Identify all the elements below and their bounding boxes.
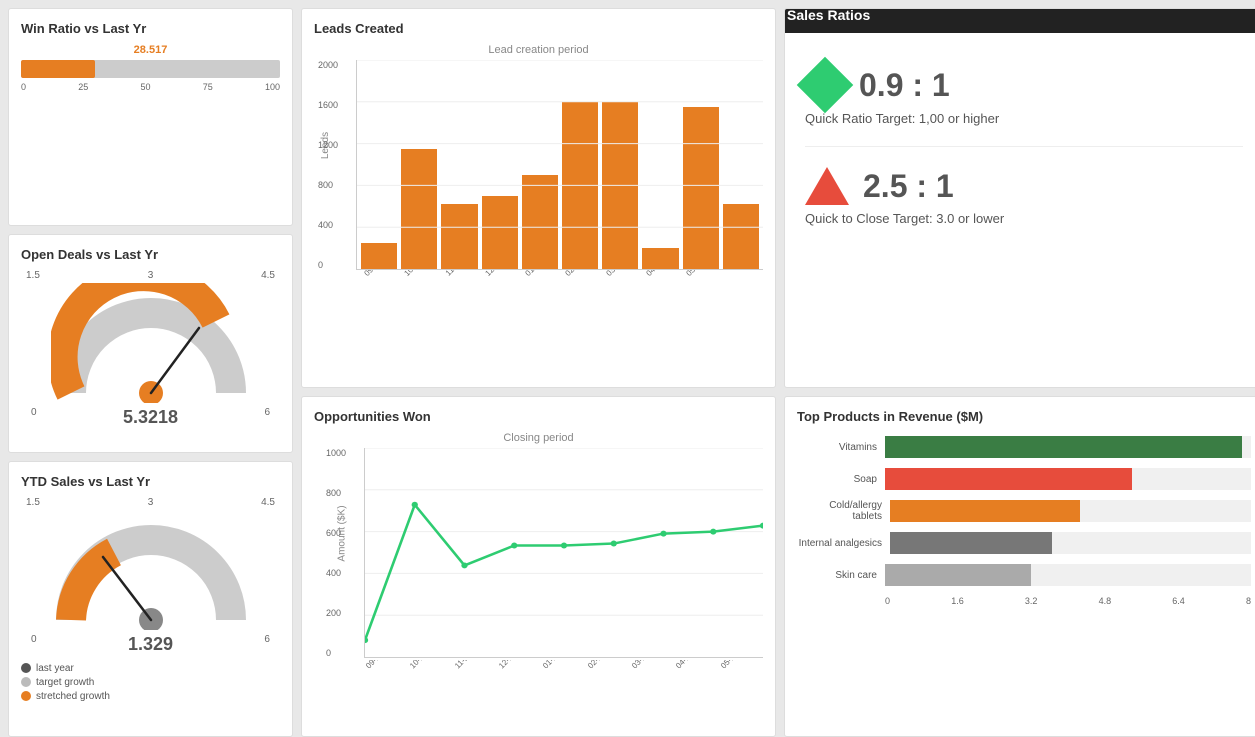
opps-subtitle: Closing period <box>314 432 763 444</box>
legend-target-label: target growth <box>36 677 94 688</box>
product-bar-soap-fill <box>885 468 1132 490</box>
quick-close-value: 2.5 : 1 <box>863 168 954 205</box>
open-deals-bottom-labels: 0 5.3218 6 <box>21 407 280 428</box>
product-row-cold: Cold/allergy tablets <box>797 500 1251 522</box>
opps-line-chart <box>365 448 763 657</box>
win-ratio-scale: 0 25 50 75 100 <box>21 82 280 92</box>
top-products-panel: Top Products in Revenue ($M) Vitamins So… <box>784 396 1255 737</box>
left-column: Win Ratio vs Last Yr 28.517 0 25 50 75 1… <box>8 8 293 737</box>
legend-stretched-growth: stretched growth <box>21 691 280 702</box>
ytd-value: 1.329 <box>128 634 173 655</box>
ytd-top-labels: 1.5 3 4.5 <box>21 497 280 508</box>
leads-y-labels: 2000 1600 1200 800 400 0 <box>318 60 338 270</box>
product-bar-cold <box>890 500 1251 522</box>
opps-chart-area <box>364 448 763 658</box>
product-row-vitamins: Vitamins <box>797 436 1251 458</box>
leads-bars-container <box>356 60 763 270</box>
win-ratio-title: Win Ratio vs Last Yr <box>21 21 280 36</box>
product-bar-internal <box>890 532 1251 554</box>
product-bar-vitamins <box>885 436 1251 458</box>
dashboard: Win Ratio vs Last Yr 28.517 0 25 50 75 1… <box>0 0 1255 721</box>
lead-bar-8 <box>642 248 678 269</box>
quick-close-block: 2.5 : 1 <box>805 167 1243 205</box>
ytd-bottom-labels: 0 1.329 6 <box>21 634 280 655</box>
open-deals-gauge <box>51 283 251 403</box>
lead-bar-9 <box>683 107 719 269</box>
opps-title: Opportunities Won <box>314 409 763 424</box>
ytd-gauge <box>51 510 251 630</box>
lead-bar-7 <box>602 102 638 269</box>
win-ratio-bar <box>21 60 280 78</box>
leads-created-panel: Leads Created Lead creation period Leads… <box>301 8 776 388</box>
product-bar-skincare-fill <box>885 564 1031 586</box>
win-ratio-panel: Win Ratio vs Last Yr 28.517 0 25 50 75 1… <box>8 8 293 226</box>
product-bar-internal-fill <box>890 532 1052 554</box>
open-deals-panel: Open Deals vs Last Yr 1.5 3 4.5 <box>8 234 293 452</box>
sales-ratios-panel: Sales Ratios 0.9 : 1 Quick Ratio Target:… <box>784 8 1255 388</box>
product-label-soap: Soap <box>797 474 877 485</box>
quick-close-triangle <box>805 167 849 205</box>
lead-bar-1 <box>361 243 397 269</box>
leads-subtitle: Lead creation period <box>314 44 763 56</box>
lead-bar-10 <box>723 204 759 269</box>
opportunities-won-panel: Opportunities Won Closing period Amount … <box>301 396 776 737</box>
products-chart: Vitamins Soap Cold/allergy tablets <box>797 436 1251 606</box>
legend-target-growth: target growth <box>21 677 280 688</box>
product-label-internal: Internal analgesics <box>797 538 882 549</box>
product-bar-skincare <box>885 564 1251 586</box>
legend-stretched-label: stretched growth <box>36 691 110 702</box>
product-bar-cold-fill <box>890 500 1080 522</box>
product-row-internal: Internal analgesics <box>797 532 1251 554</box>
quick-ratio-diamond <box>797 57 854 114</box>
lead-bar-2 <box>401 149 437 269</box>
product-label-cold: Cold/allergy tablets <box>797 500 882 522</box>
legend-stretched-dot <box>21 691 31 701</box>
win-ratio-fill <box>21 60 95 78</box>
product-label-skincare: Skin care <box>797 570 877 581</box>
product-row-skincare: Skin care <box>797 564 1251 586</box>
legend-target-dot <box>21 677 31 687</box>
legend-last-year-dot <box>21 663 31 673</box>
quick-ratio-desc: Quick Ratio Target: 1,00 or higher <box>805 111 1243 126</box>
open-deals-top-labels: 1.5 3 4.5 <box>21 270 280 281</box>
products-x-axis: 0 1.6 3.2 4.8 6.4 8 <box>885 596 1251 606</box>
legend-last-year-label: last year <box>36 663 74 674</box>
leads-x-labels: 09-2013 10-2013 11-2013 12-2013 01-2014 … <box>356 270 763 310</box>
quick-ratio-value: 0.9 : 1 <box>859 67 950 104</box>
lead-bar-6 <box>562 102 598 269</box>
product-bar-vitamins-fill <box>885 436 1242 458</box>
quick-close-desc: Quick to Close Target: 3.0 or lower <box>805 211 1243 226</box>
leads-title: Leads Created <box>314 21 763 36</box>
lead-bar-3 <box>441 204 477 269</box>
ratio-divider <box>805 146 1243 147</box>
product-label-vitamins: Vitamins <box>797 442 877 453</box>
products-title: Top Products in Revenue ($M) <box>797 409 1251 424</box>
lead-bar-5 <box>522 175 558 269</box>
opps-y-labels: 1000 800 600 400 200 0 <box>326 448 346 658</box>
open-deals-value: 5.3218 <box>123 407 178 428</box>
legend-last-year: last year <box>21 663 280 674</box>
lead-bar-4 <box>482 196 518 269</box>
quick-ratio-block: 0.9 : 1 <box>805 65 1243 105</box>
sales-ratios-header: Sales Ratios <box>784 8 1255 33</box>
win-ratio-value: 28.517 <box>21 44 280 56</box>
legend: last year target growth stretched growth <box>21 663 280 702</box>
ytd-sales-title: YTD Sales vs Last Yr <box>21 474 280 489</box>
product-bar-soap <box>885 468 1251 490</box>
product-row-soap: Soap <box>797 468 1251 490</box>
ytd-sales-panel: YTD Sales vs Last Yr 1.5 3 4.5 <box>8 461 293 737</box>
open-deals-title: Open Deals vs Last Yr <box>21 247 280 262</box>
opps-x-labels: 09-2013 10-2013 11-2013 12-2013 01-2014 … <box>364 660 763 700</box>
